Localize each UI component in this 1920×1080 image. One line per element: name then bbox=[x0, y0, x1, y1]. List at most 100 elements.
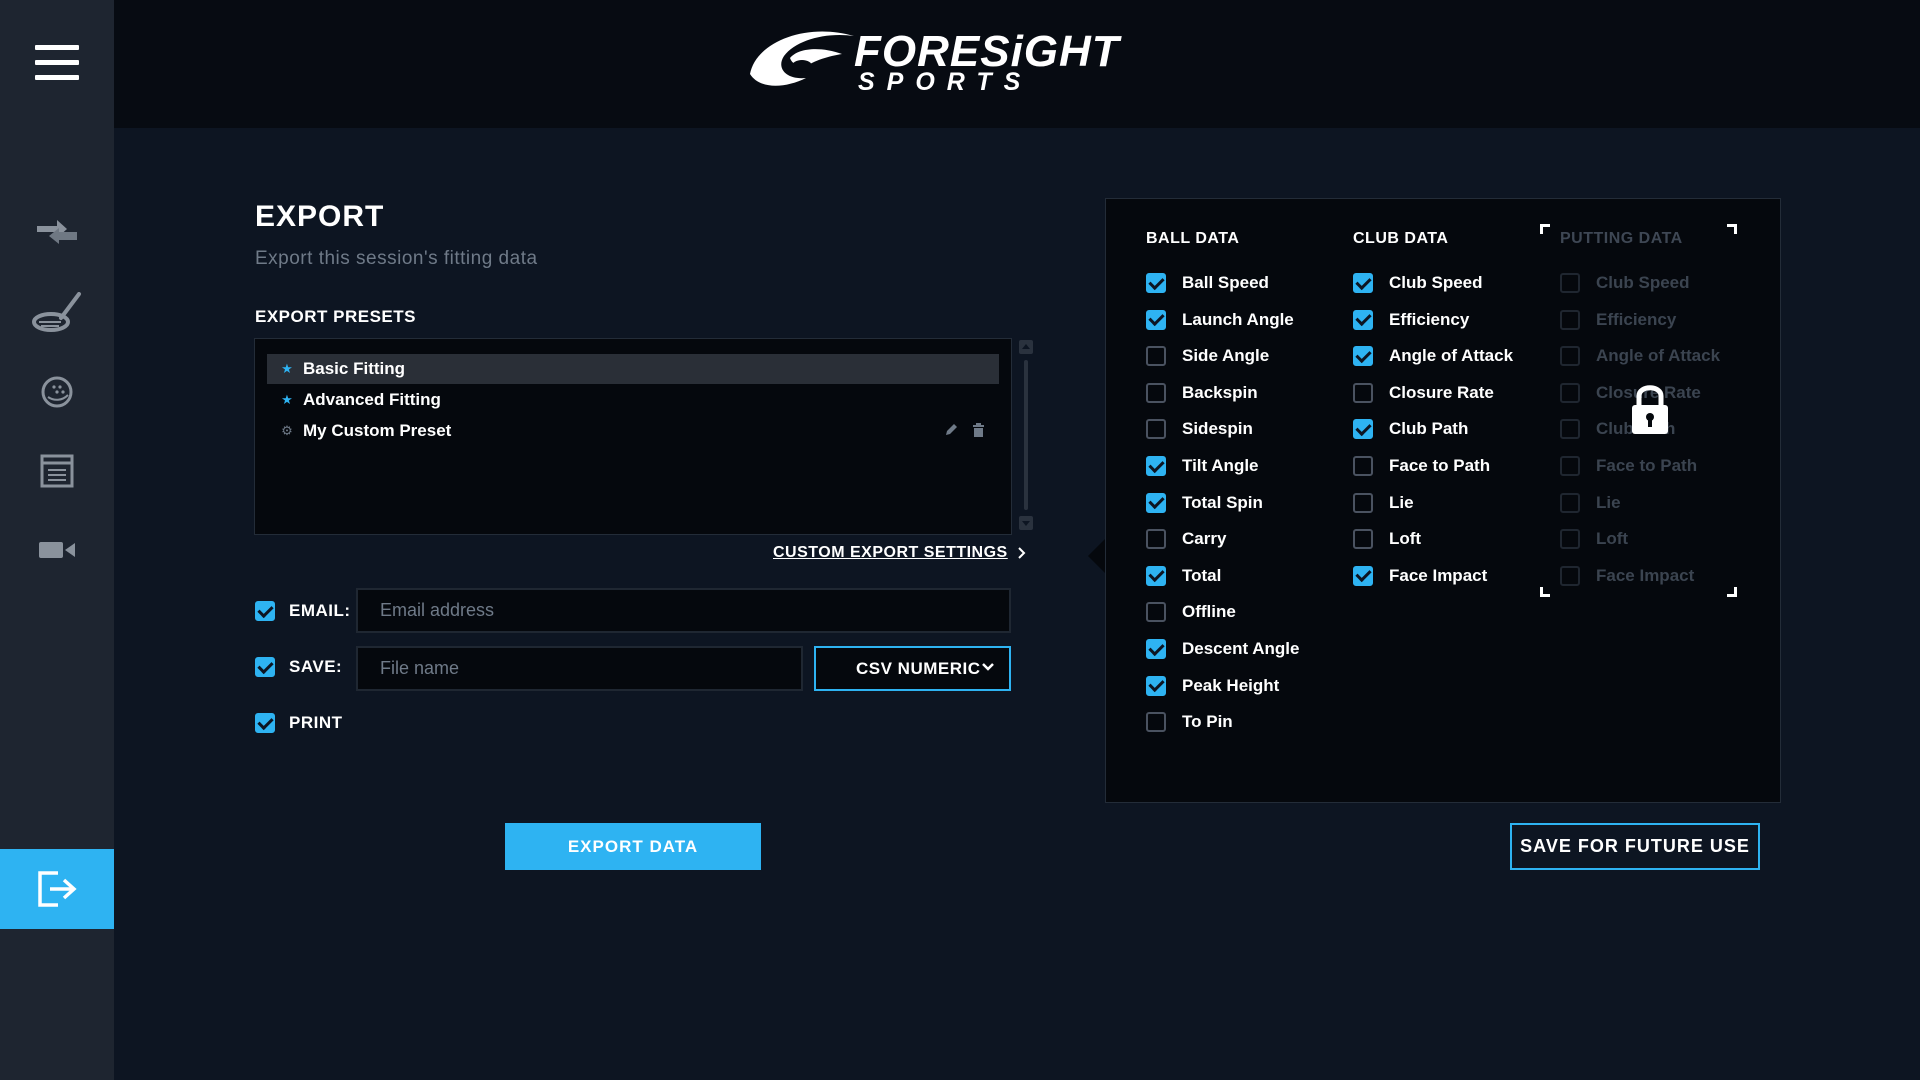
club-item-lie[interactable]: Lie bbox=[1353, 492, 1414, 513]
locked-bracket-top-left bbox=[1540, 224, 1550, 234]
ball-checkbox-descent-angle[interactable] bbox=[1146, 639, 1166, 659]
presets-label: EXPORT PRESETS bbox=[255, 307, 416, 326]
ball-item-carry[interactable]: Carry bbox=[1146, 529, 1226, 550]
hamburger-menu-icon[interactable] bbox=[35, 45, 79, 81]
format-select[interactable]: CSV NUMERIC bbox=[814, 646, 1011, 691]
golf-club-icon[interactable] bbox=[27, 287, 87, 337]
ball-item-descent-angle[interactable]: Descent Angle bbox=[1146, 639, 1299, 659]
ball-checkbox-total-spin[interactable] bbox=[1146, 492, 1166, 513]
ball-label-ball-speed: Ball Speed bbox=[1182, 273, 1269, 292]
ball-checkbox-peak-height[interactable] bbox=[1146, 675, 1166, 696]
putting-checkbox-angle-of-attack bbox=[1560, 346, 1580, 367]
club-item-face-impact[interactable]: Face Impact bbox=[1353, 565, 1487, 586]
ball-item-sidespin[interactable]: Sidespin bbox=[1146, 419, 1253, 440]
ball-checkbox-side-angle[interactable] bbox=[1146, 346, 1166, 367]
header: FORESiGHT SPORTS bbox=[114, 0, 1920, 128]
print-checkbox[interactable] bbox=[255, 713, 275, 733]
format-value: CSV NUMERIC bbox=[856, 658, 981, 678]
swap-arrows-icon[interactable] bbox=[27, 207, 87, 257]
star-icon: ★ bbox=[281, 361, 293, 376]
putting-label-loft: Loft bbox=[1596, 529, 1629, 549]
email-option: EMAIL: bbox=[255, 601, 351, 621]
save-option: SAVE: bbox=[255, 657, 342, 677]
club-checkbox-face-to-path[interactable] bbox=[1353, 456, 1373, 476]
club-item-closure-rate[interactable]: Closure Rate bbox=[1353, 382, 1494, 403]
ball-item-ball-speed[interactable]: Ball Speed bbox=[1146, 273, 1269, 293]
ball-item-total-spin[interactable]: Total Spin bbox=[1146, 492, 1263, 513]
preset-item-my-custom-preset[interactable]: ⚙ My Custom Preset bbox=[267, 416, 999, 446]
ball-label-backspin: Backspin bbox=[1182, 382, 1258, 402]
locked-bracket-top-right bbox=[1727, 224, 1737, 234]
list-icon[interactable] bbox=[27, 446, 87, 496]
export-data-button[interactable]: EXPORT DATA bbox=[505, 823, 761, 870]
ball-checkbox-carry[interactable] bbox=[1146, 529, 1166, 550]
club-label-angle-of-attack: Angle of Attack bbox=[1389, 346, 1514, 366]
custom-export-settings-link[interactable]: CUSTOM EXPORT SETTINGS bbox=[773, 544, 1026, 562]
export-icon bbox=[38, 871, 77, 907]
trash-icon[interactable] bbox=[972, 423, 985, 437]
preset-item-basic-fitting[interactable]: ★ Basic Fitting bbox=[267, 354, 999, 384]
club-item-face-to-path[interactable]: Face to Path bbox=[1353, 456, 1490, 476]
club-item-loft[interactable]: Loft bbox=[1353, 529, 1422, 550]
file-name-placeholder: File name bbox=[380, 658, 460, 678]
ball-checkbox-backspin[interactable] bbox=[1146, 382, 1166, 403]
club-checkbox-face-impact[interactable] bbox=[1353, 565, 1373, 586]
putting-checkbox-closure-rate bbox=[1560, 382, 1580, 403]
putting-label-efficiency: Efficiency bbox=[1596, 309, 1677, 329]
club-checkbox-lie[interactable] bbox=[1353, 492, 1373, 513]
scroll-up-icon[interactable] bbox=[1019, 340, 1033, 354]
club-data-heading: CLUB DATA bbox=[1353, 230, 1449, 247]
putting-item-club-speed: Club Speed bbox=[1560, 273, 1690, 293]
golf-ball-icon[interactable] bbox=[27, 367, 87, 417]
ball-item-launch-angle[interactable]: Launch Angle bbox=[1146, 309, 1294, 330]
putting-item-lie: Lie bbox=[1560, 492, 1621, 513]
export-nav-item[interactable] bbox=[0, 849, 114, 929]
ball-item-peak-height[interactable]: Peak Height bbox=[1146, 675, 1279, 696]
club-item-club-path[interactable]: Club Path bbox=[1353, 419, 1469, 440]
club-checkbox-efficiency[interactable] bbox=[1353, 309, 1373, 330]
file-name-input[interactable]: File name bbox=[356, 646, 803, 691]
club-item-angle-of-attack[interactable]: Angle of Attack bbox=[1353, 346, 1514, 367]
club-checkbox-loft[interactable] bbox=[1353, 529, 1373, 550]
ball-item-side-angle[interactable]: Side Angle bbox=[1146, 346, 1269, 367]
ball-checkbox-ball-speed[interactable] bbox=[1146, 273, 1166, 293]
ball-item-offline[interactable]: Offline bbox=[1146, 602, 1236, 623]
club-checkbox-closure-rate[interactable] bbox=[1353, 382, 1373, 403]
club-label-lie: Lie bbox=[1389, 492, 1414, 512]
ball-checkbox-offline[interactable] bbox=[1146, 602, 1166, 623]
edit-pencil-icon[interactable] bbox=[944, 423, 958, 437]
putting-item-face-to-path: Face to Path bbox=[1560, 456, 1697, 476]
club-checkbox-club-path[interactable] bbox=[1353, 419, 1373, 440]
foresight-sports-logo: FORESiGHT SPORTS bbox=[746, 22, 1186, 102]
club-item-club-speed[interactable]: Club Speed bbox=[1353, 273, 1483, 293]
club-checkbox-club-speed[interactable] bbox=[1353, 273, 1373, 293]
putting-checkbox-loft bbox=[1560, 529, 1580, 550]
ball-checkbox-total[interactable] bbox=[1146, 565, 1166, 586]
ball-checkbox-to-pin[interactable] bbox=[1146, 712, 1166, 733]
scrollbar-track[interactable] bbox=[1024, 360, 1028, 510]
ball-checkbox-tilt-angle[interactable] bbox=[1146, 456, 1166, 476]
ball-item-backspin[interactable]: Backspin bbox=[1146, 382, 1258, 403]
gear-icon: ⚙ bbox=[281, 423, 293, 438]
club-checkbox-angle-of-attack[interactable] bbox=[1353, 346, 1373, 367]
club-label-club-path: Club Path bbox=[1389, 419, 1469, 439]
save-for-future-use-button[interactable]: SAVE FOR FUTURE USE bbox=[1510, 823, 1760, 870]
scroll-down-icon[interactable] bbox=[1019, 516, 1033, 530]
ball-item-to-pin[interactable]: To Pin bbox=[1146, 712, 1233, 733]
club-label-loft: Loft bbox=[1389, 529, 1422, 549]
page-subtitle: Export this session's fitting data bbox=[255, 248, 538, 269]
preset-item-advanced-fitting[interactable]: ★ Advanced Fitting bbox=[267, 385, 999, 415]
putting-label-lie: Lie bbox=[1596, 492, 1621, 512]
email-checkbox[interactable] bbox=[255, 601, 275, 621]
ball-checkbox-launch-angle[interactable] bbox=[1146, 309, 1166, 330]
ball-item-total[interactable]: Total bbox=[1146, 565, 1221, 586]
ball-item-tilt-angle[interactable]: Tilt Angle bbox=[1146, 456, 1259, 476]
email-input[interactable]: Email address bbox=[356, 588, 1011, 633]
star-icon: ★ bbox=[281, 392, 293, 407]
ball-checkbox-sidespin[interactable] bbox=[1146, 419, 1166, 440]
video-camera-icon[interactable] bbox=[27, 525, 87, 575]
save-checkbox[interactable] bbox=[255, 657, 275, 677]
email-label: EMAIL: bbox=[289, 601, 351, 620]
club-item-efficiency[interactable]: Efficiency bbox=[1353, 309, 1469, 330]
ball-label-tilt-angle: Tilt Angle bbox=[1182, 456, 1259, 475]
